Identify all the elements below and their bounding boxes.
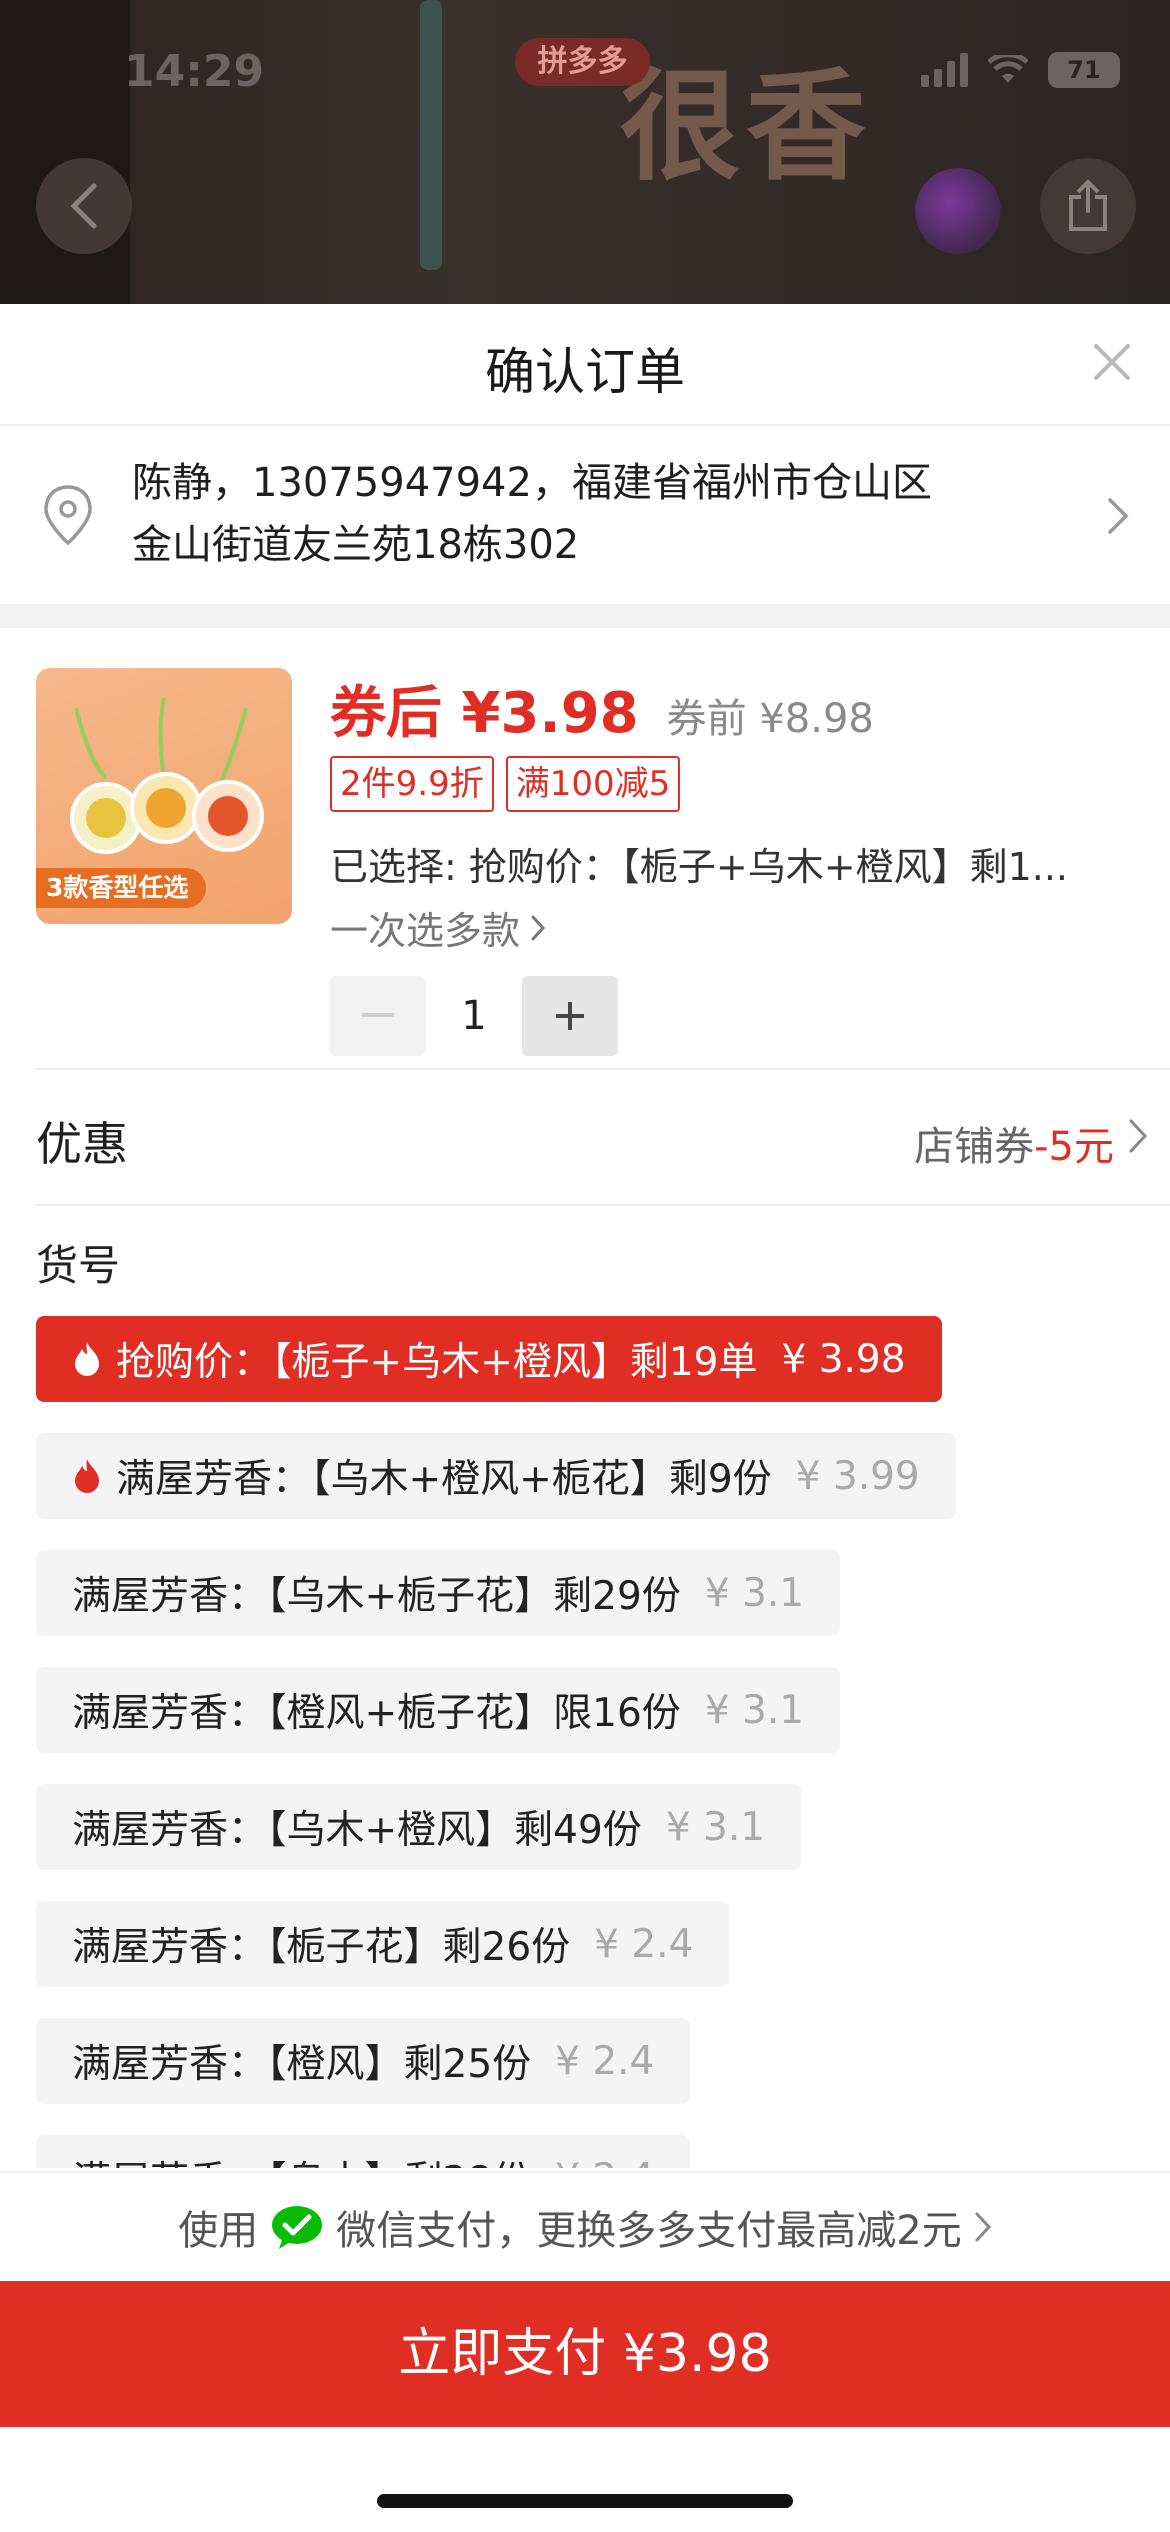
pay-now-button[interactable]: 立即支付 ¥3.98 <box>0 2281 1170 2427</box>
close-icon[interactable] <box>1084 334 1140 390</box>
multi-select-label: 一次选多款 <box>330 909 521 953</box>
price-after-coupon: 券后 ¥3.98 <box>330 681 639 746</box>
sheet-title: 确认订单 <box>485 343 685 401</box>
sku-price: ¥ 3.1 <box>665 1804 766 1850</box>
sku-price: ¥ 2.4 <box>555 2038 655 2084</box>
sku-option[interactable]: 满屋芳香：【乌木】剩28份 ¥ 2.4 <box>36 2135 691 2169</box>
status-icons: 71 <box>921 52 1120 88</box>
payment-method-row[interactable]: 使用 微信支付，更换多多支付最高减2元 <box>0 2171 1170 2281</box>
sku-label: 满屋芳香：【栀子花】剩26份 <box>72 1925 571 1970</box>
sku-option[interactable]: 满屋芳香：【橙风+栀子花】限16份 ¥ 3.1 <box>36 1667 841 1753</box>
product-thumbnail: 3款香型任选 <box>36 668 292 924</box>
background-dark-stripe <box>0 0 130 304</box>
section-divider <box>0 604 1170 628</box>
home-indicator <box>377 2494 793 2508</box>
sku-price: ¥ 3.99 <box>795 1453 920 1499</box>
sku-label: 满屋芳香：【橙风+栀子花】限16份 <box>72 1691 681 1736</box>
promo-tag: 满100减5 <box>505 756 681 812</box>
sku-label: 满屋芳香：【乌木】剩28份 <box>72 2150 531 2168</box>
sku-option[interactable]: 满屋芳香：【乌木+橙风】剩49份 ¥ 3.1 <box>36 1784 802 1870</box>
address-text: 陈静，13075947942，福建省福州市仓山区 金山街道友兰苑18栋302 <box>132 452 932 576</box>
background-product-page: 很香 拼多多 14:29 71 <box>0 0 1170 304</box>
decrease-button[interactable] <box>330 976 426 1056</box>
payment-hint-prefix: 使用 <box>178 2208 259 2254</box>
price-row: 券后 ¥3.98 券前 ¥8.98 <box>330 668 874 749</box>
chevron-right-icon <box>1129 1119 1148 1153</box>
sku-label: 满屋芳香：【橙风】剩25份 <box>72 2042 532 2087</box>
sku-price: ¥ 3.98 <box>781 1336 906 1382</box>
price-before-coupon: 券前 ¥8.98 <box>666 696 874 742</box>
wechat-icon <box>272 2206 323 2249</box>
sku-option[interactable]: 满屋芳香：【橙风】剩25份 ¥ 2.4 <box>36 2018 691 2104</box>
sheet-header: 确认订单 <box>0 304 1170 426</box>
quantity-stepper: 1 <box>330 976 618 1056</box>
product-card: 3款香型任选 券后 ¥3.98 券前 ¥8.98 2件9.9折 满100减5 已… <box>36 628 1170 1070</box>
address-line-2: 金山街道友兰苑18栋302 <box>132 522 580 568</box>
discount-label: 优惠 <box>36 1117 128 1171</box>
quantity-value[interactable]: 1 <box>426 993 522 1039</box>
background-cord <box>420 0 442 270</box>
discount-value: 店铺券-5元 <box>914 1114 1114 1172</box>
chevron-right-icon <box>531 915 546 940</box>
back-button[interactable] <box>36 158 132 254</box>
sku-option[interactable]: 满屋芳香：【栀子花】剩26份 ¥ 2.4 <box>36 1901 730 1987</box>
address-line-1: 陈静，13075947942，福建省福州市仓山区 <box>132 460 932 506</box>
sku-price: ¥ 3.1 <box>704 1570 805 1616</box>
sku-price: ¥ 2.4 <box>594 1921 694 1967</box>
sku-price: ¥ 3.1 <box>704 1687 805 1733</box>
share-icon <box>1069 179 1107 231</box>
status-time: 14:29 <box>124 46 265 97</box>
sku-option[interactable]: 抢购价：【栀子+乌木+橙风】剩19单 ¥ 3.98 <box>36 1316 942 1402</box>
sku-label: 满屋芳香：【乌木+橙风+栀花】剩9份 <box>116 1457 772 1502</box>
sku-label: 满屋芳香：【乌木+橙风】剩49份 <box>72 1808 642 1853</box>
battery-icon: 71 <box>1048 52 1120 88</box>
sku-option[interactable]: 满屋芳香：【乌木+橙风+栀花】剩9份 ¥ 3.99 <box>36 1433 956 1519</box>
discount-type: 店铺券 <box>914 1124 1035 1170</box>
assistant-orb-icon[interactable] <box>915 168 1001 254</box>
flame-icon <box>75 1459 99 1493</box>
increase-button[interactable] <box>522 976 618 1056</box>
background-hero-text: 很香 <box>620 56 872 197</box>
share-button[interactable] <box>1040 158 1136 254</box>
wifi-icon <box>988 55 1028 83</box>
back-icon <box>70 183 97 229</box>
chevron-right-icon <box>1108 498 1129 534</box>
chevron-right-icon <box>975 2212 991 2242</box>
discount-row[interactable]: 优惠 店铺券-5元 <box>36 1070 1170 1206</box>
location-pin-icon <box>44 485 92 546</box>
sku-price: ¥ 2.4 <box>555 2156 654 2169</box>
plus-icon <box>556 1002 584 1030</box>
signal-icon <box>921 53 968 87</box>
promo-tag: 2件9.9折 <box>330 756 494 812</box>
thumbnail-badge: 3款香型任选 <box>36 868 207 908</box>
sku-list: 抢购价：【栀子+乌木+橙风】剩19单 ¥ 3.98 满屋芳香：【乌木+橙风+栀花… <box>36 1316 1136 2168</box>
multi-select-link[interactable]: 一次选多款 <box>330 900 546 955</box>
sku-option[interactable]: 满屋芳香：【乌木+栀子花】剩29份 ¥ 3.1 <box>36 1550 841 1636</box>
sku-section-title: 货号 <box>36 1241 121 1290</box>
minus-icon <box>362 1013 394 1017</box>
discount-amount: -5元 <box>1034 1124 1114 1170</box>
sku-label: 抢购价：【栀子+乌木+橙风】剩19单 <box>116 1340 758 1385</box>
sku-label: 满屋芳香：【乌木+栀子花】剩29份 <box>72 1574 681 1619</box>
promo-tags: 2件9.9折 满100减5 <box>330 756 681 812</box>
brand-badge: 拼多多 <box>515 38 650 86</box>
selected-variant: 已选择: 抢购价：【栀子+乌木+橙风】剩1... <box>330 845 1068 889</box>
payment-hint-text: 微信支付，更换多多支付最高减2元 <box>336 2208 962 2254</box>
flame-icon <box>75 1342 99 1376</box>
